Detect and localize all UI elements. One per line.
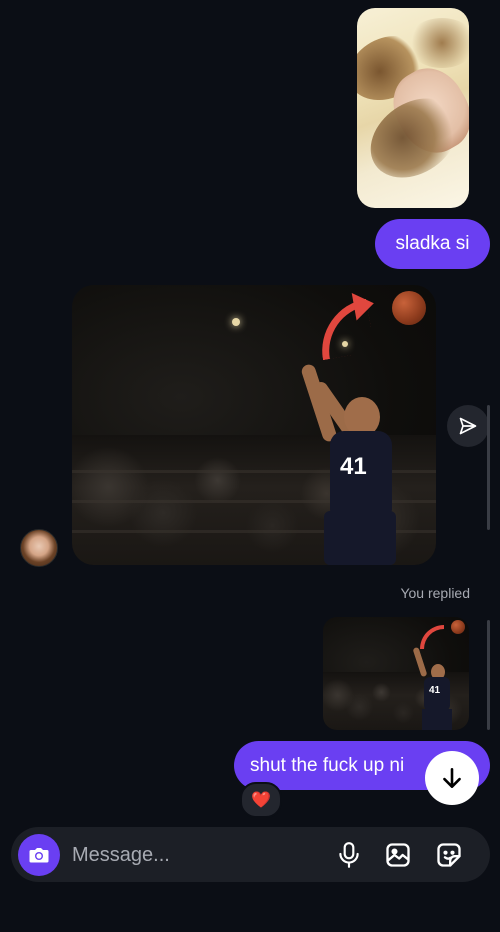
arrow-head [351, 289, 377, 321]
message-text: sladka si [395, 233, 470, 254]
sent-photo[interactable] [357, 8, 469, 208]
camera-button[interactable] [18, 834, 60, 876]
heart-reaction[interactable]: ❤️ [240, 782, 282, 818]
microphone-button[interactable] [333, 839, 365, 871]
sender-avatar[interactable] [20, 529, 58, 567]
share-button[interactable] [447, 405, 489, 447]
scrollbar[interactable] [487, 620, 490, 730]
basketball [392, 291, 426, 325]
gallery-icon [386, 843, 410, 867]
scrollbar[interactable] [487, 405, 490, 530]
scroll-to-bottom-button[interactable] [425, 751, 479, 805]
basketball [451, 620, 465, 634]
player-shorts [422, 709, 452, 730]
you-replied-label: You replied [400, 585, 470, 601]
arrow-down-icon [443, 768, 461, 788]
heart-icon: ❤️ [251, 792, 271, 809]
send-icon [459, 417, 477, 435]
microphone-icon [339, 842, 359, 868]
gallery-button[interactable] [382, 839, 414, 871]
reply-post-thumbnail[interactable]: 41 [323, 617, 469, 730]
camera-icon [29, 848, 49, 863]
sticker-button[interactable] [433, 839, 465, 871]
sent-message-bubble[interactable]: sladka si [375, 219, 490, 269]
jersey-number: 41 [429, 685, 441, 696]
player-jersey: 41 [330, 431, 392, 515]
shared-post[interactable]: 41 [72, 285, 436, 565]
arena-light [232, 318, 240, 326]
jersey-number: 41 [340, 453, 367, 480]
message-text: shut the fuck up ni [250, 754, 405, 776]
curved-arrow [420, 625, 444, 649]
player-jersey: 41 [424, 677, 450, 711]
player-shorts [324, 511, 396, 565]
sticker-icon [437, 843, 461, 867]
message-input[interactable] [72, 840, 322, 870]
